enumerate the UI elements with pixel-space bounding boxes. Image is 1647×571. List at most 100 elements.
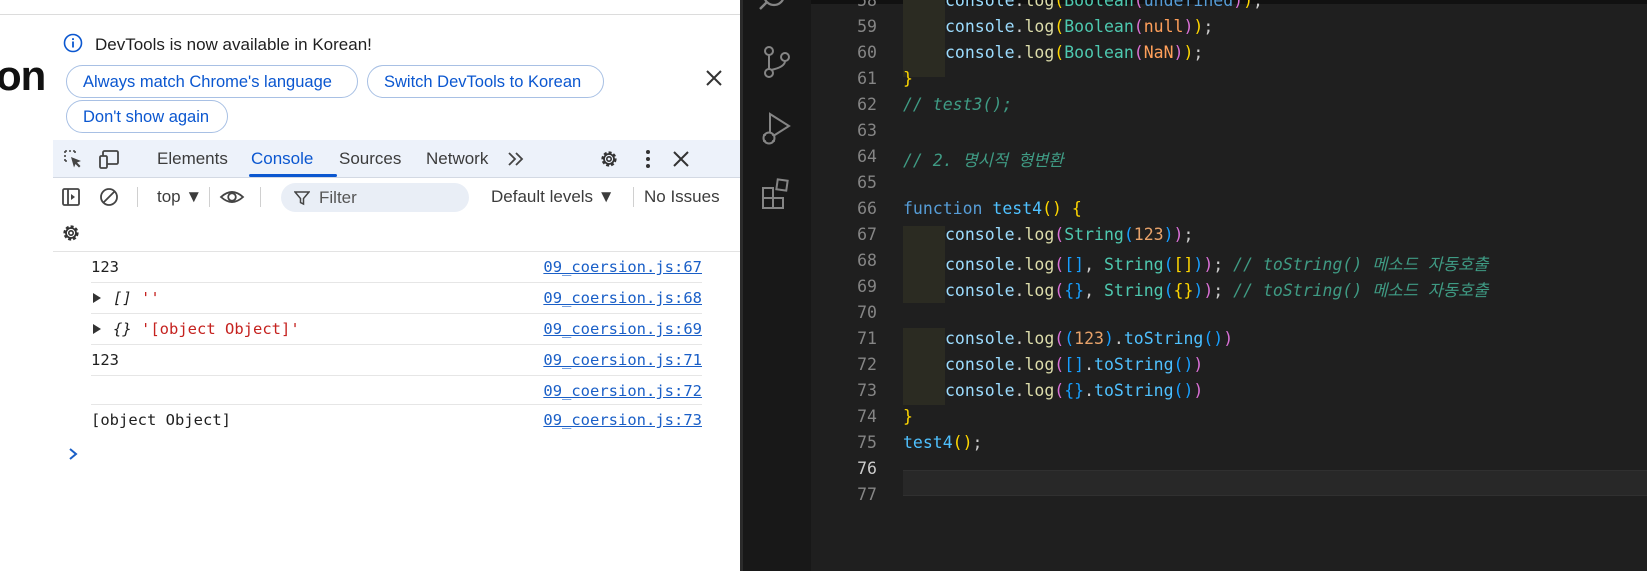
console-row: 123 09_coersion.js:67 [91, 252, 702, 283]
expand-triangle-icon[interactable] [93, 293, 101, 303]
code-line-68: console.log([], String([])); // toString… [945, 255, 1489, 274]
console-row: [] '' 09_coersion.js:68 [91, 283, 702, 314]
line-number: 76 [857, 459, 877, 478]
page-content-fragment: on [0, 52, 46, 99]
console-toolbar: top ▼ Filter Default levels ▼ No Issues [53, 178, 740, 216]
console-output: 123 09_coersion.js:67 [] '' 09_coersion.… [53, 252, 740, 436]
line-number: 71 [857, 329, 877, 348]
code-line-69: console.log({}, String({})); // toString… [945, 281, 1489, 300]
line-number: 69 [857, 277, 877, 296]
close-icon[interactable] [702, 66, 726, 90]
activity-bar [743, 0, 811, 571]
console-row: {} '[object Object]' 09_coersion.js:69 [91, 314, 702, 345]
code-line-61: } [903, 69, 913, 88]
source-link[interactable]: 09_coersion.js:69 [543, 320, 702, 338]
extensions-icon[interactable] [757, 174, 797, 214]
run-debug-icon[interactable] [757, 108, 797, 148]
logged-string: '' [141, 289, 160, 307]
logged-string: '[object Object]' [141, 320, 300, 338]
dont-show-again-button[interactable]: Don't show again [66, 100, 228, 133]
code-line-64: // 2. 명시적 형변환 [903, 151, 1064, 170]
source-link[interactable]: 09_coersion.js:71 [543, 351, 702, 369]
log-levels-dropdown[interactable]: Default levels ▼ [491, 187, 615, 207]
clear-icon[interactable] [98, 186, 120, 208]
toolbar-separator [209, 187, 210, 207]
code-line-67: console.log(String(123)); [945, 225, 1194, 244]
switch-to-korean-button[interactable]: Switch DevTools to Korean [367, 65, 604, 98]
line-number: 75 [857, 433, 877, 452]
line-number: 60 [857, 43, 877, 62]
toolbar-separator [260, 187, 261, 207]
context-select[interactable]: top ▼ [157, 187, 202, 207]
line-number: 77 [857, 485, 877, 504]
line-number-gutter: 58 59 60 61 62 63 64 65 66 67 68 69 70 71 72 73 74 75 76 77 [811, 0, 893, 571]
source-link[interactable]: 09_coersion.js:73 [543, 411, 702, 429]
eye-icon[interactable] [219, 186, 245, 208]
code-line-62: // test3(); [903, 95, 1013, 114]
console-row: 09_coersion.js:72 [91, 376, 702, 405]
expand-triangle-icon[interactable] [93, 324, 101, 334]
info-icon [63, 33, 83, 53]
active-tab-indicator [249, 174, 337, 177]
code-line-60: console.log(Boolean(NaN)); [945, 43, 1204, 62]
inspect-icon[interactable] [62, 148, 84, 170]
language-infobar: DevTools is now available in Korean! Alw… [53, 30, 740, 140]
gear-icon[interactable] [60, 222, 82, 244]
console-row: 123 09_coersion.js:71 [91, 345, 702, 376]
code-line-66: function test4() { [903, 199, 1082, 218]
line-number: 59 [857, 17, 877, 36]
kebab-icon[interactable] [637, 148, 659, 170]
context-value: top [157, 187, 181, 206]
line-number: 72 [857, 355, 877, 374]
code-line-72: console.log([].toString()) [945, 355, 1204, 374]
source-link[interactable]: 09_coersion.js:67 [543, 258, 702, 276]
line-number: 64 [857, 147, 877, 166]
source-link[interactable]: 09_coersion.js:68 [543, 289, 702, 307]
console-settings-row [53, 216, 740, 252]
device-icon[interactable] [98, 148, 120, 170]
line-number: 61 [857, 69, 877, 88]
log-message: [] '' [113, 289, 160, 307]
code-line-73: console.log({}.toString()) [945, 381, 1204, 400]
more-tabs-icon[interactable] [505, 148, 527, 170]
log-message: [object Object] [91, 411, 231, 429]
gear-icon[interactable] [598, 148, 620, 170]
tab-elements[interactable]: Elements [157, 140, 228, 177]
always-match-language-button[interactable]: Always match Chrome's language [66, 65, 358, 98]
console-row: [object Object] 09_coersion.js:73 [91, 405, 702, 436]
line-number: 66 [857, 199, 877, 218]
line-number: 63 [857, 121, 877, 140]
tab-sources[interactable]: Sources [339, 140, 401, 177]
sidebar-icon[interactable] [60, 186, 82, 208]
top-divider [0, 14, 740, 15]
prompt-chevron-icon[interactable] [66, 447, 80, 461]
log-message: {} '[object Object]' [113, 320, 300, 338]
logged-array[interactable]: [] [113, 289, 132, 307]
code-line-74: } [903, 407, 913, 426]
line-number: 73 [857, 381, 877, 400]
browser-devtools-pane: on DevTools is now available in Korean! … [0, 0, 740, 571]
logged-object[interactable]: {} [113, 320, 132, 338]
close-icon[interactable] [670, 148, 692, 170]
levels-label: Default levels [491, 187, 594, 206]
source-control-icon[interactable] [757, 42, 797, 82]
code-line-75: test4(); [903, 433, 983, 452]
source-link[interactable]: 09_coersion.js:72 [543, 382, 702, 400]
log-message: 123 [91, 258, 119, 276]
line-number: 58 [857, 0, 877, 10]
issues-counter[interactable]: No Issues [644, 187, 720, 207]
line-number: 74 [857, 407, 877, 426]
tab-network[interactable]: Network [426, 140, 488, 177]
code-line-71: console.log((123).toString()) [945, 329, 1234, 348]
line-number: 68 [857, 251, 877, 270]
code-area[interactable]: console.log(Boolean(undefined)); console… [903, 0, 1647, 571]
search-icon[interactable] [757, 0, 797, 18]
filter-input[interactable]: Filter [281, 183, 469, 212]
log-message: 123 [91, 351, 119, 369]
line-number: 65 [857, 173, 877, 192]
toolbar-separator [137, 187, 138, 207]
filter-placeholder: Filter [319, 188, 357, 207]
tab-console[interactable]: Console [251, 140, 313, 177]
line-number: 67 [857, 225, 877, 244]
filter-icon [294, 191, 310, 206]
